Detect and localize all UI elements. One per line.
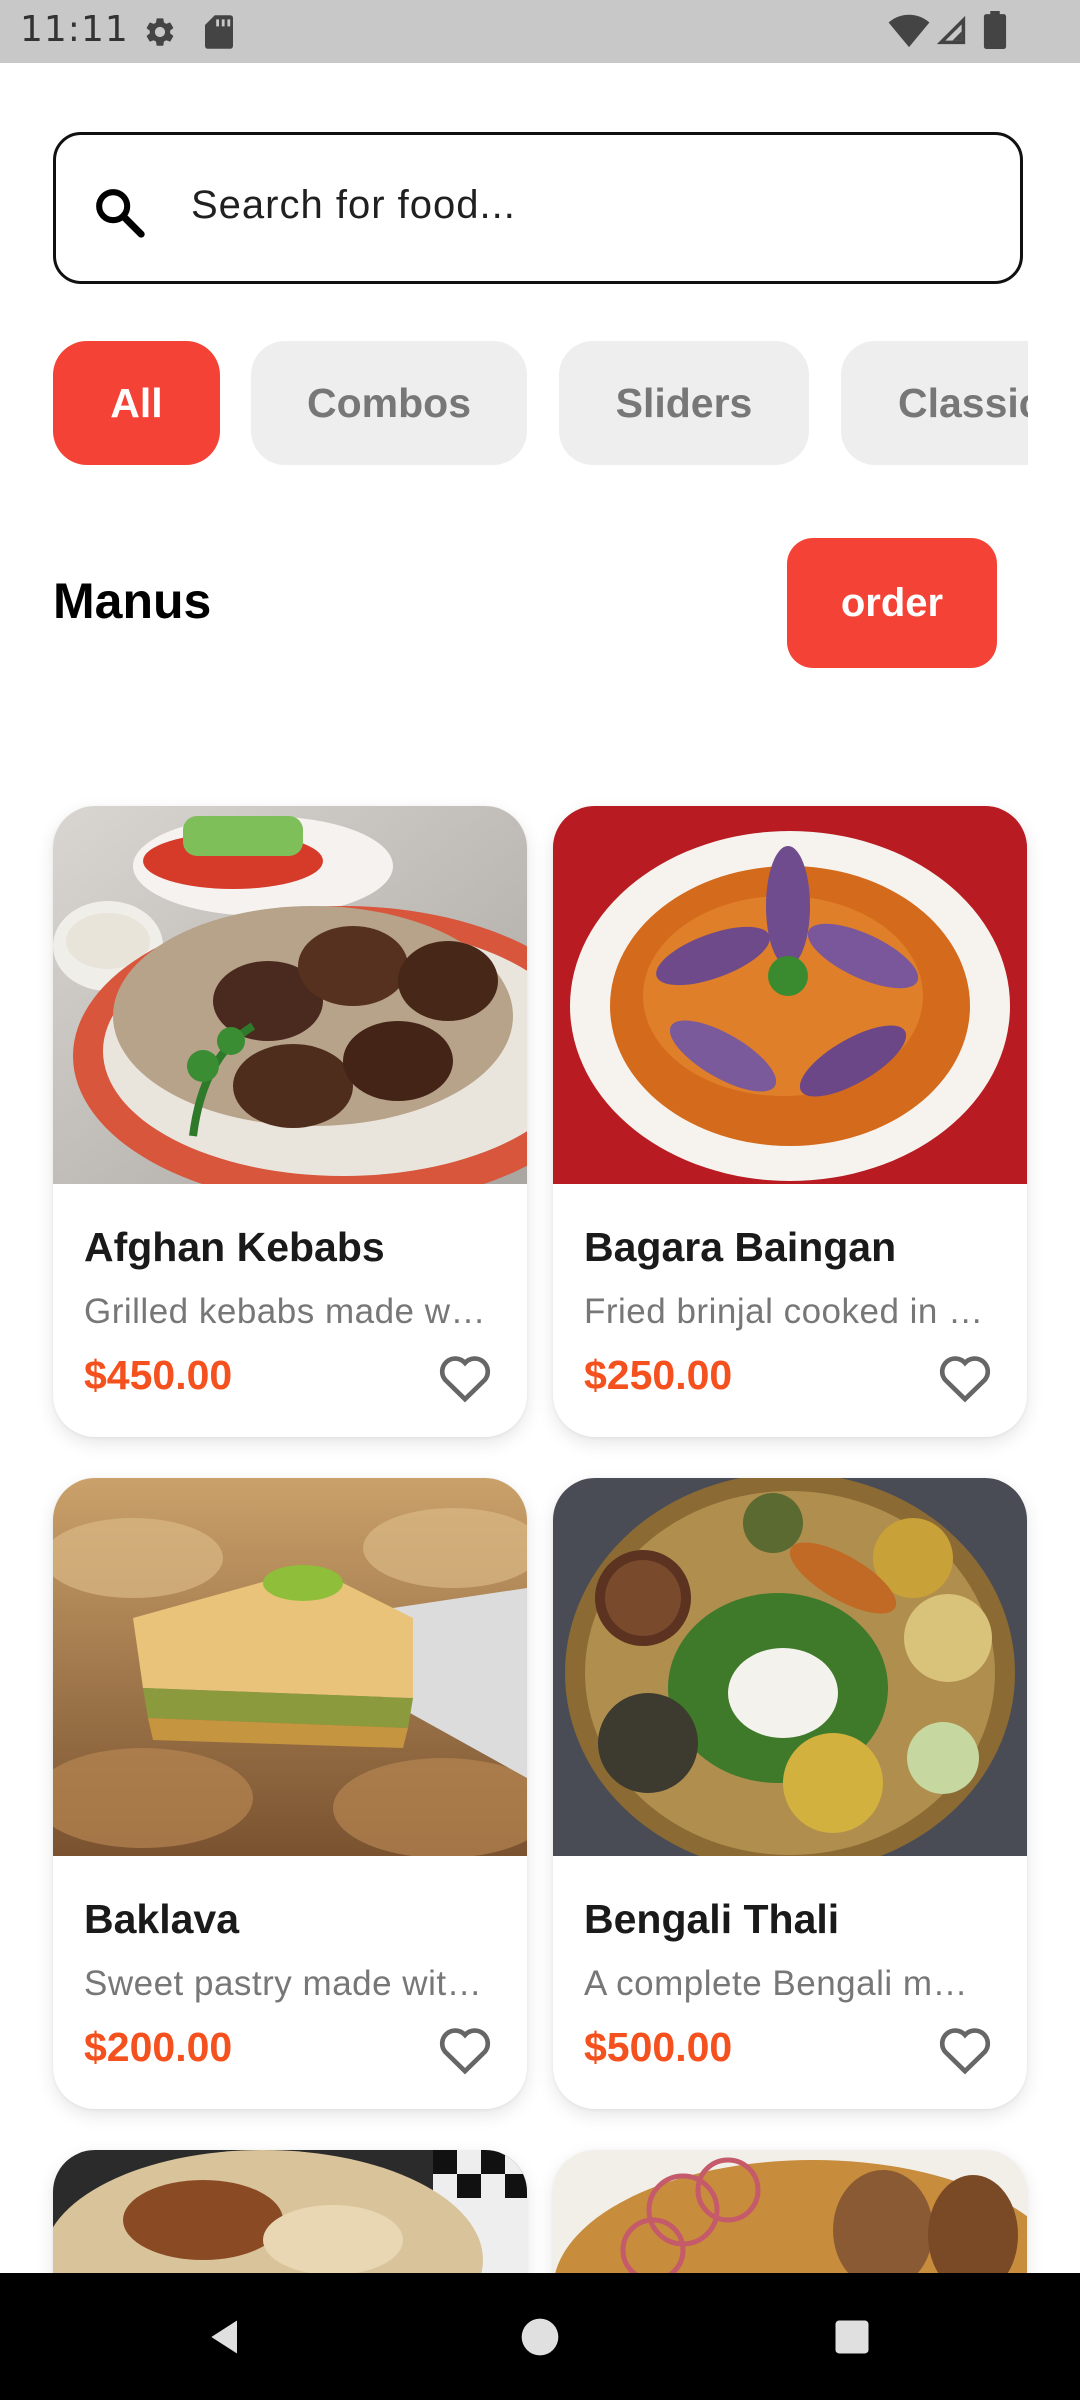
- back-button[interactable]: [166, 2273, 286, 2400]
- search-input[interactable]: Search for food...: [53, 132, 1023, 284]
- food-price: $450.00: [84, 1352, 233, 1398]
- food-description: Sweet pastry made wit…: [84, 1964, 483, 2003]
- category-chip-classic[interactable]: Classic: [841, 341, 1028, 465]
- system-nav-bar: [0, 2273, 1080, 2400]
- order-button[interactable]: order: [787, 538, 997, 668]
- food-description: Fried brinjal cooked in …: [584, 1292, 984, 1331]
- heart-icon[interactable]: [937, 2023, 993, 2075]
- home-button[interactable]: [480, 2273, 600, 2400]
- food-price: $200.00: [84, 2024, 233, 2070]
- home-icon: [521, 2318, 559, 2355]
- category-chip-combos[interactable]: Combos: [251, 341, 527, 465]
- battery-icon: [983, 11, 1007, 49]
- heart-icon[interactable]: [437, 1351, 493, 1403]
- food-image: [553, 806, 1027, 1184]
- category-chip-all[interactable]: All: [53, 341, 220, 465]
- food-image: [53, 806, 527, 1184]
- gear-icon: [146, 18, 174, 46]
- search-placeholder: Search for food...: [191, 183, 516, 227]
- food-price: $250.00: [584, 1352, 733, 1398]
- menu-card[interactable]: [553, 2150, 1027, 2280]
- menu-card[interactable]: Bengali Thali A complete Bengali m… $500…: [553, 1478, 1027, 2109]
- food-description: Grilled kebabs made w…: [84, 1292, 486, 1331]
- food-image: [553, 2150, 1027, 2280]
- heart-icon[interactable]: [937, 1351, 993, 1403]
- food-name: Bagara Baingan: [584, 1224, 897, 1270]
- category-chip-sliders[interactable]: Sliders: [559, 341, 809, 465]
- search-icon: [96, 189, 145, 238]
- recents-icon: [835, 2320, 869, 2353]
- food-image: [53, 1478, 527, 1856]
- food-price: $500.00: [584, 2024, 733, 2070]
- food-description: A complete Bengali m…: [584, 1964, 969, 2003]
- wifi-icon: [888, 14, 930, 48]
- back-icon: [211, 2320, 237, 2353]
- menu-card[interactable]: Afghan Kebabs Grilled kebabs made w… $45…: [53, 806, 527, 1437]
- recents-button[interactable]: [792, 2273, 912, 2400]
- food-image: [53, 2150, 527, 2280]
- status-time: 11:11: [20, 9, 129, 50]
- sd-card-icon: [205, 15, 233, 49]
- status-bar: 11:11: [0, 0, 1080, 63]
- menu-card[interactable]: Baklava Sweet pastry made wit… $200.00: [53, 1478, 527, 2109]
- menu-card[interactable]: Bagara Baingan Fried brinjal cooked in ……: [553, 806, 1027, 1437]
- food-name: Afghan Kebabs: [84, 1224, 385, 1270]
- menu-card[interactable]: [53, 2150, 527, 2280]
- category-chips: All Combos Sliders Classic: [53, 341, 1028, 465]
- heart-icon[interactable]: [437, 2023, 493, 2075]
- section-title: Manus: [53, 573, 212, 629]
- food-image: [553, 1478, 1027, 1856]
- food-name: Bengali Thali: [584, 1896, 840, 1942]
- food-name: Baklava: [84, 1896, 240, 1942]
- signal-icon: [936, 15, 966, 45]
